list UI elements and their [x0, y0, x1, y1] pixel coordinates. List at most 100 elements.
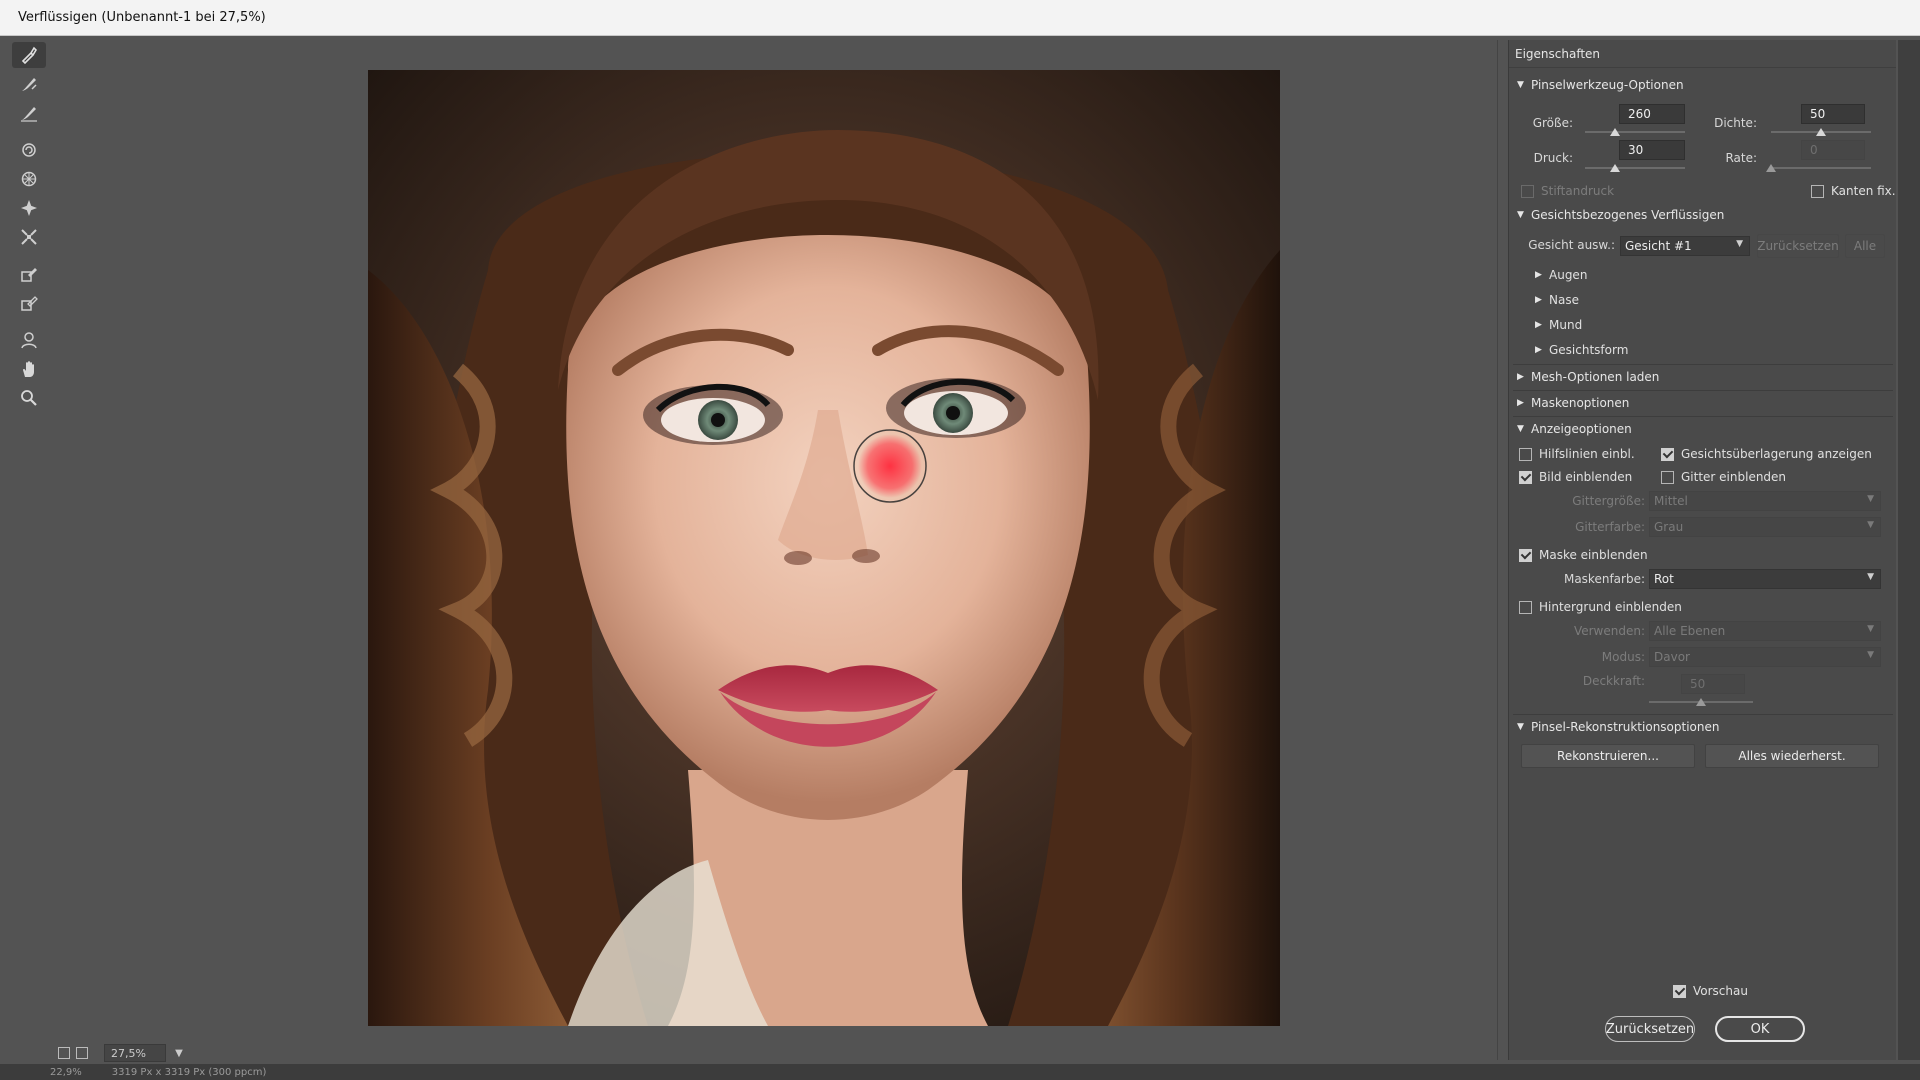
preview-checkbox[interactable]: Vorschau — [1673, 982, 1748, 1000]
show-backdrop-checkbox[interactable]: Hintergrund einblenden — [1519, 598, 1682, 616]
zoom-dropdown-chevron-icon[interactable]: ▼ — [172, 1046, 186, 1060]
use-dropdown[interactable]: Alle Ebenen ▼ — [1649, 621, 1881, 641]
size-label: Größe: — [1532, 116, 1573, 130]
expanded-triangle-icon: ▼ — [1517, 210, 1524, 220]
pin-edges-checkbox[interactable]: Kanten fix. — [1811, 182, 1896, 200]
pucker-tool-icon[interactable] — [12, 166, 46, 192]
pressure-slider-thumb[interactable] — [1610, 164, 1620, 172]
chevron-down-icon: ▼ — [1867, 494, 1874, 504]
section-face-aware[interactable]: ▼ Gesichtsbezogenes Verflüssigen — [1517, 204, 1887, 226]
restore-all-button[interactable]: Alles wiederherst. — [1705, 744, 1879, 768]
twirl-tool-icon[interactable] — [12, 137, 46, 163]
freeze-mask-tool-icon[interactable] — [12, 261, 46, 287]
mesh-color-label: Gitterfarbe: — [1575, 520, 1645, 534]
show-mesh-checkbox[interactable]: Gitter einblenden — [1661, 468, 1786, 486]
rate-slider-thumb[interactable] — [1766, 164, 1776, 172]
rate-input[interactable]: 0 — [1801, 140, 1865, 160]
face-reset-button[interactable]: Zurücksetzen — [1757, 234, 1839, 258]
face-item-face-shape[interactable]: ▶ Gesichtsform — [1535, 339, 1628, 361]
opacity-input[interactable]: 50 — [1681, 674, 1745, 694]
zoom-level-field[interactable]: 27,5% — [104, 1044, 166, 1062]
collapsed-triangle-icon: ▶ — [1535, 320, 1542, 330]
face-item-mouth[interactable]: ▶ Mund — [1535, 314, 1582, 336]
preview-box[interactable] — [1673, 984, 1686, 998]
size-slider[interactable] — [1585, 128, 1685, 138]
chevron-down-icon: ▼ — [1736, 239, 1743, 249]
bloat-tool-icon[interactable] — [12, 195, 46, 221]
mesh-color-dropdown[interactable]: Grau ▼ — [1649, 517, 1881, 537]
pressure-slider[interactable] — [1585, 164, 1685, 174]
show-backdrop-box[interactable] — [1519, 600, 1532, 614]
select-face-label: Gesicht ausw.: — [1528, 238, 1615, 252]
density-slider-thumb[interactable] — [1816, 128, 1826, 136]
ok-button[interactable]: OK — [1715, 1016, 1805, 1042]
size-input[interactable]: 260 — [1619, 104, 1685, 124]
properties-panel: Eigenschaften ▼ Pinselwerkzeug-Optionen … — [1508, 40, 1896, 1060]
thaw-mask-tool-icon[interactable] — [12, 290, 46, 316]
panel-scrollbar[interactable] — [1898, 40, 1920, 1060]
density-slider[interactable] — [1771, 128, 1871, 138]
density-label: Dichte: — [1714, 116, 1757, 130]
pressure-label: Druck: — [1533, 151, 1573, 165]
reconstruct-tool-icon[interactable] — [12, 71, 46, 97]
mask-color-label: Maskenfarbe: — [1563, 572, 1645, 586]
show-guides-box[interactable] — [1519, 447, 1532, 461]
face-item-eyes[interactable]: ▶ Augen — [1535, 264, 1587, 286]
pressure-input[interactable]: 30 — [1619, 140, 1685, 160]
pin-edges-box[interactable] — [1811, 184, 1824, 198]
smooth-tool-icon[interactable] — [12, 100, 46, 126]
canvas-bottom-bar: 27,5% ▼ — [56, 1042, 1498, 1064]
split-view-icon[interactable] — [76, 1047, 88, 1059]
section-brush-reconstruct[interactable]: ▼ Pinsel-Rekonstruktionsoptionen — [1517, 716, 1887, 738]
push-left-tool-icon[interactable] — [12, 224, 46, 250]
face-all-button[interactable]: Alle — [1845, 234, 1885, 258]
canvas-area[interactable] — [56, 40, 1498, 1060]
rate-slider[interactable] — [1766, 164, 1871, 174]
show-mask-box[interactable] — [1519, 548, 1532, 562]
portrait-image[interactable] — [368, 70, 1280, 1026]
mode-dropdown[interactable]: Davor ▼ — [1649, 647, 1881, 667]
section-load-mesh[interactable]: ▶ Mesh-Optionen laden — [1517, 366, 1887, 388]
collapsed-triangle-icon: ▶ — [1535, 295, 1542, 305]
show-face-overlay-checkbox[interactable]: Gesichtsüberlagerung anzeigen — [1661, 445, 1872, 463]
collapsed-triangle-icon: ▶ — [1517, 372, 1524, 382]
reset-button[interactable]: Zurücksetzen — [1605, 1016, 1695, 1042]
collapsed-triangle-icon: ▶ — [1535, 270, 1542, 280]
reconstruct-button[interactable]: Rekonstruieren... — [1521, 744, 1695, 768]
chevron-down-icon: ▼ — [1867, 520, 1874, 530]
section-brush-options[interactable]: ▼ Pinselwerkzeug-Optionen — [1517, 74, 1887, 96]
section-mask-options[interactable]: ▶ Maskenoptionen — [1517, 392, 1887, 414]
zoom-tool-icon[interactable] — [12, 385, 46, 411]
tool-bar — [12, 40, 52, 414]
hand-tool-icon[interactable] — [12, 356, 46, 382]
face-item-nose[interactable]: ▶ Nase — [1535, 289, 1579, 311]
opacity-slider[interactable] — [1649, 698, 1753, 708]
show-mask-checkbox[interactable]: Maske einblenden — [1519, 546, 1648, 564]
show-image-checkbox[interactable]: Bild einblenden — [1519, 468, 1632, 486]
density-input[interactable]: 50 — [1801, 104, 1865, 124]
expanded-triangle-icon: ▼ — [1517, 80, 1524, 90]
size-slider-thumb[interactable] — [1610, 128, 1620, 136]
face-tool-icon[interactable] — [12, 327, 46, 353]
show-guides-checkbox[interactable]: Hilfslinien einbl. — [1519, 445, 1635, 463]
section-view-options[interactable]: ▼ Anzeigeoptionen — [1517, 418, 1887, 440]
chevron-down-icon: ▼ — [1867, 572, 1874, 582]
show-mesh-box[interactable] — [1661, 470, 1674, 484]
mask-color-dropdown[interactable]: Rot ▼ — [1649, 569, 1881, 589]
stylus-pressure-checkbox[interactable]: Stiftandruck — [1521, 182, 1614, 200]
status-bar: 22,9% 3319 Px x 3319 Px (300 ppcm) — [0, 1064, 1920, 1080]
forward-warp-tool-icon[interactable] — [12, 42, 46, 68]
show-face-overlay-box[interactable] — [1661, 447, 1674, 461]
mesh-size-dropdown[interactable]: Mittel ▼ — [1649, 491, 1881, 511]
opacity-slider-thumb[interactable] — [1696, 698, 1706, 706]
collapsed-triangle-icon: ▶ — [1535, 345, 1542, 355]
stylus-pressure-box[interactable] — [1521, 184, 1534, 198]
window-titlebar: Verflüssigen (Unbenannt-1 bei 27,5%) — [0, 0, 1920, 36]
mode-label: Modus: — [1601, 650, 1645, 664]
expanded-triangle-icon: ▼ — [1517, 722, 1524, 732]
show-image-box[interactable] — [1519, 470, 1532, 484]
single-view-icon[interactable] — [58, 1047, 70, 1059]
collapsed-triangle-icon: ▶ — [1517, 398, 1524, 408]
chevron-down-icon: ▼ — [1867, 624, 1874, 634]
select-face-dropdown[interactable]: Gesicht #1 ▼ — [1620, 236, 1750, 256]
